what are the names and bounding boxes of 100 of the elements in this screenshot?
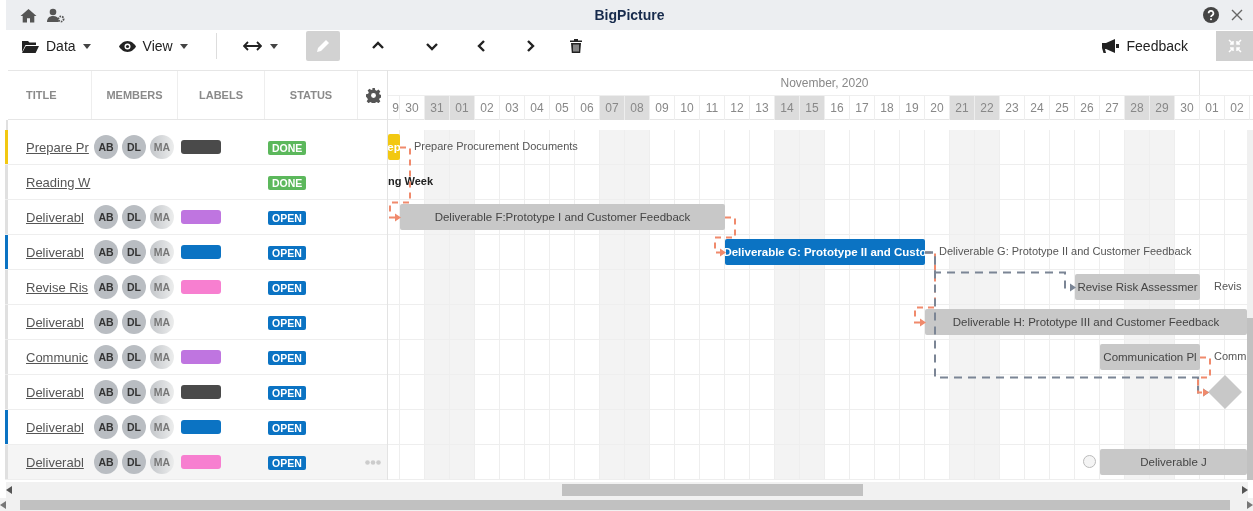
task-link[interactable]: Prepare Pr bbox=[26, 139, 89, 155]
task-row[interactable]: Revise Ris AB DL MA OPEN bbox=[5, 270, 387, 305]
task-bar[interactable]: Deliverable H: Prototype III and Customer Feedback bbox=[925, 309, 1247, 335]
member-avatar[interactable]: DL bbox=[122, 345, 146, 369]
task-row[interactable]: Deliverabl AB DL MA OPEN bbox=[5, 305, 387, 340]
status-badge: DONE bbox=[268, 176, 307, 190]
task-bar[interactable]: Deliverable F:Prototype I and Customer Feedback bbox=[400, 204, 725, 230]
member-avatar[interactable]: AB bbox=[94, 345, 118, 369]
task-link[interactable]: Communic bbox=[26, 349, 89, 365]
member-avatar[interactable]: MA bbox=[150, 205, 174, 229]
view-menu[interactable]: View bbox=[118, 38, 188, 54]
close-icon[interactable] bbox=[1231, 9, 1243, 21]
task-link[interactable]: Deliverabl bbox=[26, 384, 84, 400]
member-avatar[interactable]: MA bbox=[150, 310, 174, 334]
day-label: 06 bbox=[580, 101, 594, 115]
data-menu[interactable]: Data bbox=[22, 38, 91, 54]
day-label: 08 bbox=[630, 101, 644, 115]
task-link[interactable]: Revise Ris bbox=[26, 279, 89, 295]
task-row[interactable]: Communic AB DL MA OPEN bbox=[5, 340, 387, 375]
member-avatar[interactable]: AB bbox=[94, 415, 118, 439]
member-avatar[interactable]: DL bbox=[122, 135, 146, 159]
day-label: 18 bbox=[880, 101, 894, 115]
drag-handle-icon[interactable] bbox=[1083, 455, 1096, 468]
timeline-scrollbar[interactable] bbox=[6, 482, 1248, 498]
member-avatar[interactable]: MA bbox=[150, 415, 174, 439]
chevron-down-icon bbox=[425, 40, 438, 52]
day-label: 14 bbox=[780, 101, 794, 115]
status-badge: DONE bbox=[268, 141, 307, 155]
task-row[interactable]: Deliverabl AB DL MA OPEN bbox=[5, 200, 387, 235]
task-title: ng Week bbox=[388, 175, 434, 187]
member-avatar[interactable]: MA bbox=[150, 380, 174, 404]
day-label: 26 bbox=[1080, 101, 1094, 115]
member-avatar[interactable]: DL bbox=[122, 240, 146, 264]
member-avatar[interactable]: MA bbox=[150, 135, 174, 159]
day-label: 20 bbox=[930, 101, 944, 115]
task-link[interactable]: Deliverabl bbox=[26, 209, 84, 225]
page-scrollbar[interactable] bbox=[0, 498, 1253, 511]
member-avatar[interactable]: MA bbox=[150, 240, 174, 264]
task-row[interactable]: Prepare Pr AB DL MA DONE bbox=[5, 130, 387, 165]
status-badge: OPEN bbox=[268, 351, 306, 365]
member-avatar[interactable]: DL bbox=[122, 310, 146, 334]
member-avatar[interactable]: DL bbox=[122, 380, 146, 404]
caret-icon bbox=[179, 43, 188, 49]
vertical-scrollbar[interactable] bbox=[1247, 130, 1253, 480]
task-row[interactable]: Deliverabl AB DL MA OPEN bbox=[5, 375, 387, 410]
day-label: 09 bbox=[655, 101, 669, 115]
eye-icon bbox=[118, 40, 136, 52]
task-link[interactable]: Reading W bbox=[26, 174, 91, 190]
task-row[interactable]: Reading W DONE bbox=[5, 165, 387, 200]
task-caption: Deliverable G: Prototype II and Customer Feedback bbox=[939, 245, 1192, 257]
help-icon[interactable] bbox=[1203, 7, 1219, 23]
day-label: 19 bbox=[905, 101, 919, 115]
day-label: 17 bbox=[855, 101, 869, 115]
member-avatar[interactable]: AB bbox=[94, 205, 118, 229]
member-avatar[interactable]: AB bbox=[94, 450, 118, 474]
task-link[interactable]: Deliverabl bbox=[26, 244, 84, 260]
task-caption: Prepare Procurement Documents bbox=[414, 140, 578, 152]
task-link[interactable]: Deliverabl bbox=[26, 419, 84, 435]
member-avatar[interactable]: MA bbox=[150, 275, 174, 299]
task-bar[interactable]: Revise Risk Assessmer bbox=[1075, 274, 1200, 300]
day-label: 01 bbox=[455, 101, 469, 115]
member-avatar[interactable]: AB bbox=[94, 275, 118, 299]
member-avatar[interactable]: MA bbox=[150, 345, 174, 369]
settings-icon[interactable] bbox=[365, 87, 381, 103]
task-bar[interactable]: Deliverable J bbox=[1100, 449, 1247, 475]
user-settings-icon[interactable] bbox=[47, 7, 65, 23]
member-avatar[interactable]: AB bbox=[94, 135, 118, 159]
collapse-icon bbox=[1227, 39, 1242, 53]
trash-icon bbox=[569, 39, 582, 53]
feedback-button[interactable]: Feedback bbox=[1095, 31, 1194, 61]
day-label: 13 bbox=[755, 101, 769, 115]
task-bar[interactable]: Communication Pl bbox=[1100, 344, 1200, 370]
member-avatar[interactable]: AB bbox=[94, 380, 118, 404]
day-label: 11 bbox=[705, 101, 719, 115]
window-title: BigPicture bbox=[594, 7, 665, 23]
day-label: 9 bbox=[392, 101, 399, 115]
task-row[interactable]: Deliverabl AB DL MA OPEN bbox=[5, 445, 387, 480]
task-caption: Revis bbox=[1214, 280, 1242, 292]
member-avatar[interactable]: DL bbox=[122, 415, 146, 439]
day-label: 21 bbox=[955, 101, 969, 115]
member-avatar[interactable]: DL bbox=[122, 450, 146, 474]
member-avatar[interactable]: MA bbox=[150, 450, 174, 474]
column-header[interactable]: TITLE bbox=[26, 89, 57, 101]
day-label: 25 bbox=[1055, 101, 1069, 115]
member-avatar[interactable]: AB bbox=[94, 310, 118, 334]
folder-icon bbox=[22, 39, 39, 53]
status-badge: OPEN bbox=[268, 421, 306, 435]
day-label: 28 bbox=[1130, 101, 1144, 115]
task-link[interactable]: Deliverabl bbox=[26, 454, 84, 470]
home-icon[interactable] bbox=[20, 7, 37, 23]
task-row[interactable]: Deliverabl AB DL MA OPEN bbox=[5, 235, 387, 270]
day-label: 15 bbox=[805, 101, 819, 115]
member-avatar[interactable]: DL bbox=[122, 205, 146, 229]
column-header[interactable]: LABELS bbox=[199, 89, 243, 101]
task-link[interactable]: Deliverabl bbox=[26, 314, 84, 330]
member-avatar[interactable]: DL bbox=[122, 275, 146, 299]
status-badge: OPEN bbox=[268, 211, 306, 225]
column-header[interactable]: MEMBERS bbox=[106, 89, 163, 101]
member-avatar[interactable]: AB bbox=[94, 240, 118, 264]
column-header[interactable]: STATUS bbox=[289, 89, 333, 101]
